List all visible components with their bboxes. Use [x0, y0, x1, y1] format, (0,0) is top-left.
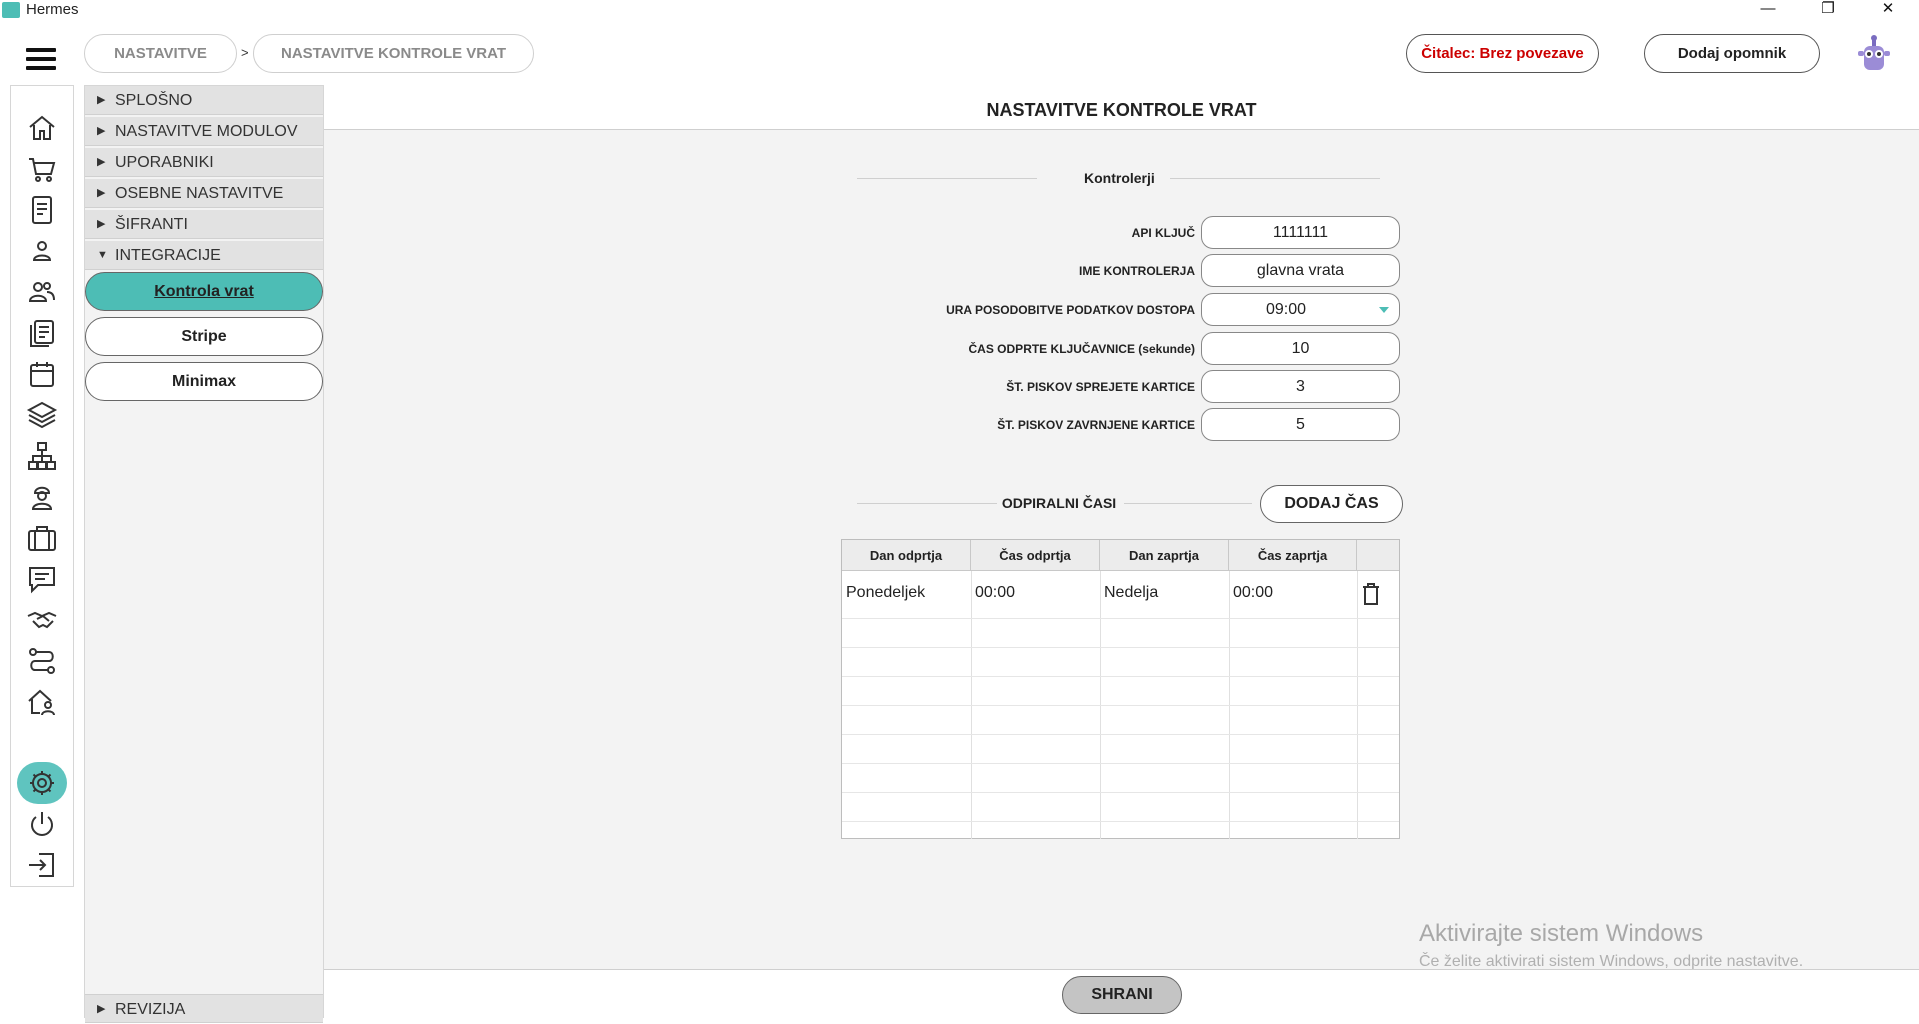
title-bar: Hermes — ❐ ✕: [0, 0, 1919, 20]
breadcrumb-settings[interactable]: NASTAVITVE: [84, 34, 237, 73]
nav-section-users[interactable]: ▶ UPORABNIKI: [85, 148, 323, 177]
controller-name-input[interactable]: glavna vrata: [1201, 254, 1400, 287]
add-time-button[interactable]: DODAJ ČAS: [1260, 485, 1403, 523]
page-header: NASTAVITVE KONTROLE VRAT: [324, 85, 1919, 130]
column-header: Čas odprtja: [971, 540, 1100, 571]
cart-icon[interactable]: [25, 152, 59, 186]
access-update-time-label: URA POSODOBITVE PODATKOV DOSTOPA: [946, 303, 1195, 317]
api-key-label: API KLJUČ: [1131, 226, 1195, 240]
section-divider: [1170, 178, 1380, 179]
accepted-beeps-input[interactable]: 3: [1201, 370, 1400, 403]
maximize-button[interactable]: ❐: [1805, 0, 1851, 20]
route-icon[interactable]: [25, 644, 59, 678]
column-header: Dan odprtja: [842, 540, 971, 571]
table-grid: [842, 734, 1399, 735]
cell-close-day[interactable]: Nedelja: [1100, 584, 1158, 602]
expand-icon: ▶: [97, 125, 106, 137]
reader-status-button[interactable]: Čitalec: Brez povezave: [1406, 34, 1599, 73]
save-button[interactable]: SHRANI: [1062, 976, 1182, 1014]
nav-item-stripe[interactable]: Stripe: [85, 317, 323, 356]
expand-icon: ▶: [97, 218, 106, 230]
app-icon: [2, 2, 20, 18]
chevron-down-icon: [1379, 307, 1389, 313]
table-grid: [842, 763, 1399, 764]
menu-icon[interactable]: [26, 48, 56, 70]
power-icon[interactable]: [25, 807, 59, 841]
controller-name-label: IME KONTROLERJA: [1078, 264, 1195, 278]
accepted-beeps-label: ŠT. PISKOV SPREJETE KARTICE: [1006, 380, 1195, 394]
icon-rail: [10, 85, 74, 887]
table-grid: [842, 792, 1399, 793]
lock-open-time-label: ČAS ODPRTE KLJUČAVNICE (sekunde): [968, 342, 1195, 356]
access-update-time-value: 09:00: [1266, 301, 1307, 318]
expand-icon: ▶: [97, 94, 106, 106]
nav-section-revision[interactable]: ▶ REVIZIJA: [85, 994, 323, 1023]
handshake-icon[interactable]: [25, 603, 59, 637]
users-icon[interactable]: [25, 275, 59, 309]
access-update-time-select[interactable]: 09:00: [1201, 293, 1400, 326]
page-title: NASTAVITVE KONTROLE VRAT: [986, 100, 1257, 120]
expand-icon: ▶: [97, 1003, 106, 1015]
add-reminder-button[interactable]: Dodaj opomnik: [1644, 34, 1820, 73]
column-header: [1357, 540, 1399, 571]
layers-icon[interactable]: [25, 398, 59, 432]
settings-nav: ▶ SPLOŠNO ▶ NASTAVITVE MODULOV ▶ UPORABNIKI…: [84, 85, 324, 1023]
breadcrumb-door-control[interactable]: NASTAVITVE KONTROLE VRAT: [253, 34, 534, 73]
footer-bar: SHRANI: [324, 969, 1919, 1018]
records-icon[interactable]: [25, 316, 59, 350]
rejected-beeps-input[interactable]: 5: [1201, 408, 1400, 441]
briefcase-icon[interactable]: [25, 521, 59, 555]
column-header: Dan zaprtja: [1100, 540, 1229, 571]
table-grid: [842, 705, 1399, 706]
windows-activation-title: Aktivirajte sistem Windows: [1419, 920, 1704, 947]
nav-item-door-control[interactable]: Kontrola vrat: [85, 272, 323, 311]
table-grid: [842, 676, 1399, 677]
section-divider: [857, 178, 1037, 179]
section-divider: [857, 503, 997, 504]
nav-section-modules[interactable]: ▶ NASTAVITVE MODULOV: [85, 117, 323, 146]
gear-icon[interactable]: [25, 766, 59, 800]
user-icon[interactable]: [25, 234, 59, 268]
cell-open-time[interactable]: 00:00: [971, 584, 1015, 602]
column-header: Čas zaprtja: [1229, 540, 1357, 571]
network-icon[interactable]: [25, 439, 59, 473]
nav-item-minimax[interactable]: Minimax: [85, 362, 323, 401]
worker-icon[interactable]: [25, 480, 59, 514]
document-icon[interactable]: [25, 193, 59, 227]
trash-icon[interactable]: [1361, 582, 1381, 606]
minimize-button[interactable]: —: [1745, 0, 1791, 20]
nav-section-general[interactable]: ▶ SPLOŠNO: [85, 86, 323, 115]
house-person-icon[interactable]: [25, 685, 59, 719]
cell-close-time[interactable]: 00:00: [1229, 584, 1273, 602]
table-grid: [842, 618, 1399, 619]
nav-section-personal[interactable]: ▶ OSEBNE NASTAVITVE: [85, 179, 323, 208]
expand-icon: ▶: [97, 156, 106, 168]
main-content: NASTAVITVE KONTROLE VRAT Kontrolerji API…: [324, 85, 1919, 1018]
opening-times-section-title: ODPIRALNI ČASI: [1001, 495, 1117, 511]
window-title: Hermes: [26, 1, 79, 18]
calendar-icon[interactable]: [25, 357, 59, 391]
close-button[interactable]: ✕: [1865, 0, 1911, 20]
mascot-avatar-icon[interactable]: [1856, 34, 1892, 74]
nav-section-codebooks[interactable]: ▶ ŠIFRANTI: [85, 210, 323, 239]
collapse-icon: ▼: [97, 249, 108, 261]
logout-icon[interactable]: [25, 848, 59, 882]
cell-open-day[interactable]: Ponedeljek: [842, 584, 925, 602]
chat-icon[interactable]: [25, 562, 59, 596]
table-grid: [842, 647, 1399, 648]
expand-icon: ▶: [97, 187, 106, 199]
api-key-input[interactable]: 1111111: [1201, 216, 1400, 249]
nav-section-integrations[interactable]: ▼ INTEGRACIJE: [85, 241, 323, 270]
home-icon[interactable]: [25, 111, 59, 145]
section-divider: [1124, 503, 1252, 504]
rejected-beeps-label: ŠT. PISKOV ZAVRNJENE KARTICE: [997, 418, 1195, 432]
breadcrumb-separator: >: [241, 45, 249, 60]
table-grid: [842, 821, 1399, 822]
opening-times-table: Dan odprtja Čas odprtja Dan zaprtja Čas …: [841, 539, 1400, 839]
lock-open-time-input[interactable]: 10: [1201, 332, 1400, 365]
